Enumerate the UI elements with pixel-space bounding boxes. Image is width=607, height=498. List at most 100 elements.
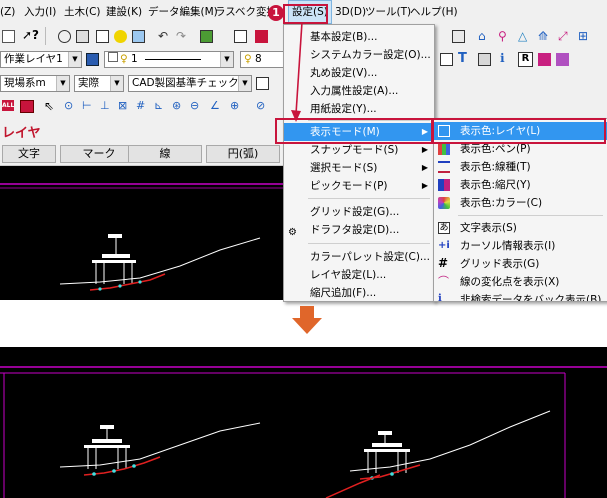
line-type-combo[interactable]: ♀ 1 ▼ (104, 51, 234, 68)
chevron-down-icon: ▼ (220, 52, 233, 67)
drawing-canvas-after[interactable] (0, 347, 607, 498)
menu-item-tools[interactable]: ツール(T) (365, 0, 411, 24)
menu-item-input[interactable]: 入力(I) (24, 0, 56, 24)
palette-color-icon (438, 197, 450, 209)
zoom-window-icon[interactable] (76, 30, 89, 43)
zoom-icon[interactable] (58, 30, 71, 43)
snap-angle-icon[interactable]: ∠ (210, 99, 220, 112)
layer-combo-value: 作業レイヤ1 (4, 53, 63, 65)
chevron-down-icon: ▼ (68, 52, 81, 67)
menu-item-3d[interactable]: 3D(D) (335, 0, 366, 24)
shape-icon-4[interactable]: ⟰ (538, 29, 548, 43)
layer-settings-icon[interactable] (86, 53, 99, 66)
snap-free-icon[interactable]: ⊘ (256, 99, 265, 112)
toolbar-divider (45, 27, 46, 45)
view-icon[interactable] (132, 30, 145, 43)
shape-icon-6[interactable]: ⊞ (578, 29, 588, 43)
submenu-color-linetype[interactable]: 表示色:線種(T) (434, 158, 607, 176)
layer-combo[interactable]: 作業レイヤ1 ▼ (0, 51, 82, 68)
standard-check-combo[interactable]: CAD製図基準チェック ▼ (128, 75, 252, 92)
submenu-text-display[interactable]: あ文字表示(S) (434, 219, 607, 237)
menu-layer-settings[interactable]: レイヤ設定(L)... (284, 266, 434, 284)
snap-nearest-icon[interactable]: ⊕ (230, 99, 239, 112)
submenu-cursor-info-label: カーソル情報表示(I) (460, 240, 556, 252)
text-category-button[interactable]: 文字 (2, 145, 56, 163)
grid-icon[interactable] (440, 53, 453, 66)
submenu-grid-display-label: グリッド表示(G) (460, 258, 540, 270)
zoom-all-icon[interactable] (96, 30, 109, 43)
grid-display-icon: # (438, 256, 449, 270)
frame-icon[interactable] (478, 53, 491, 66)
shape-icon-5[interactable]: ⤢ (558, 29, 568, 44)
redo-icon[interactable]: ↷ (176, 29, 186, 43)
menu-item-construction[interactable]: 建設(K) (106, 0, 142, 24)
menu-separator (308, 243, 430, 244)
snap-tangent-icon[interactable]: ⊖ (190, 99, 199, 112)
menu-input-attributes-label: 入力属性設定(A)... (310, 85, 399, 97)
snap-grid-icon[interactable]: # (136, 99, 145, 112)
line-change-icon: ⌒ (438, 275, 449, 288)
color-pen-icon[interactable] (556, 53, 569, 66)
circle-arc-category-button[interactable]: 円(弧) (206, 145, 280, 163)
menu-color-palette-label: カラーパレット設定(C)... (310, 251, 430, 263)
snap-cross-icon[interactable]: ⊠ (118, 99, 127, 112)
linetype-color-icon (438, 161, 450, 173)
callout-arrow (291, 21, 303, 122)
text-t-icon[interactable]: T (458, 51, 467, 66)
snap-perp-icon[interactable]: ⊾ (154, 99, 163, 112)
menu-grid-settings[interactable]: グリッド設定(G)... (284, 203, 434, 221)
edit-icon[interactable] (234, 30, 247, 43)
r-icon[interactable]: R (518, 52, 533, 67)
menu-color-palette[interactable]: カラーパレット設定(C)... (284, 248, 434, 266)
save-icon[interactable] (2, 30, 15, 43)
submenu-color-scale[interactable]: 表示色:縮尺(Y) (434, 176, 607, 194)
shape-icon-3[interactable]: △ (518, 29, 527, 43)
menu-basic-settings-label: 基本設定(B)... (310, 31, 378, 43)
mark-category-button[interactable]: マーク (60, 145, 138, 163)
menu-pick-mode-label: ピックモード(P) (310, 180, 388, 192)
coord-system-combo[interactable]: 現場系m ▼ (0, 75, 70, 92)
layer-icon[interactable] (200, 30, 213, 43)
pen-icon[interactable] (538, 53, 551, 66)
info-icon[interactable]: ℹ (500, 51, 505, 65)
menu-item-help[interactable]: ヘルプ(H) (410, 0, 458, 24)
shape-icon-1[interactable]: ⌂ (478, 29, 486, 43)
submenu-cursor-info[interactable]: +i カーソル情報表示(I) (434, 237, 607, 255)
snap-center-icon[interactable]: ⊛ (172, 99, 181, 112)
help-pointer-icon[interactable]: ➚? (22, 28, 39, 42)
all-icon[interactable]: ALL (2, 100, 14, 111)
bulb-icon[interactable] (114, 30, 127, 43)
menu-item-civil[interactable]: 土木(C) (64, 0, 101, 24)
property-icon[interactable] (255, 30, 268, 43)
submenu-line-change-points[interactable]: ⌒ 線の変化点を表示(X) (434, 273, 607, 291)
submenu-non-search-back[interactable]: ℹ 非検索データをバック表示(B) (434, 291, 607, 302)
submenu-grid-display[interactable]: # グリッド表示(G) (434, 255, 607, 273)
panel-title: レイヤ (2, 126, 41, 141)
snap-point-icon[interactable]: ⊙ (64, 99, 73, 112)
select-icon[interactable] (20, 100, 34, 113)
cursor-info-icon: +i (438, 240, 450, 251)
menu-item-z[interactable]: (Z) (0, 0, 15, 24)
menu-add-scale[interactable]: 縮尺追加(F)... (284, 284, 434, 302)
pointer-icon[interactable]: ⇖ (44, 99, 54, 113)
submenu-color-color[interactable]: 表示色:カラー(C) (434, 194, 607, 212)
submenu-arrow-icon: ▶ (421, 181, 428, 190)
line-category-button-visible[interactable]: 線 (128, 145, 202, 163)
menu-system-color-label: システムカラー設定(O)... (310, 49, 431, 61)
menu-pick-mode[interactable]: ピックモード(P) ▶ (284, 177, 434, 195)
menu-drafter-settings[interactable]: ⚙ ドラフタ設定(D)... (284, 221, 434, 239)
check-icon[interactable] (256, 77, 269, 90)
menu-add-scale-label: 縮尺追加(F)... (310, 287, 377, 299)
submenu-color-linetype-label: 表示色:線種(T) (460, 161, 531, 173)
snap-mid-icon[interactable]: ⊥ (100, 99, 110, 112)
menu-item-data-edit[interactable]: データ編集(M) (148, 0, 218, 24)
menu-layer-settings-label: レイヤ設定(L)... (310, 269, 387, 281)
print-icon[interactable] (452, 30, 465, 43)
undo-icon[interactable]: ↶ (158, 29, 168, 43)
menu-select-mode[interactable]: 選択モード(S) ▶ (284, 159, 434, 177)
color-combo[interactable]: ♀ 8 (240, 51, 284, 68)
shape-icon-2[interactable]: ⚲ (498, 29, 507, 43)
snap-end-icon[interactable]: ⊢ (82, 99, 92, 112)
display-mode-submenu: 表示色:レイヤ(L) 表示色:ペン(P) 表示色:線種(T) 表示色:縮尺(Y)… (433, 118, 607, 302)
scale-combo[interactable]: 実際 ▼ (74, 75, 124, 92)
